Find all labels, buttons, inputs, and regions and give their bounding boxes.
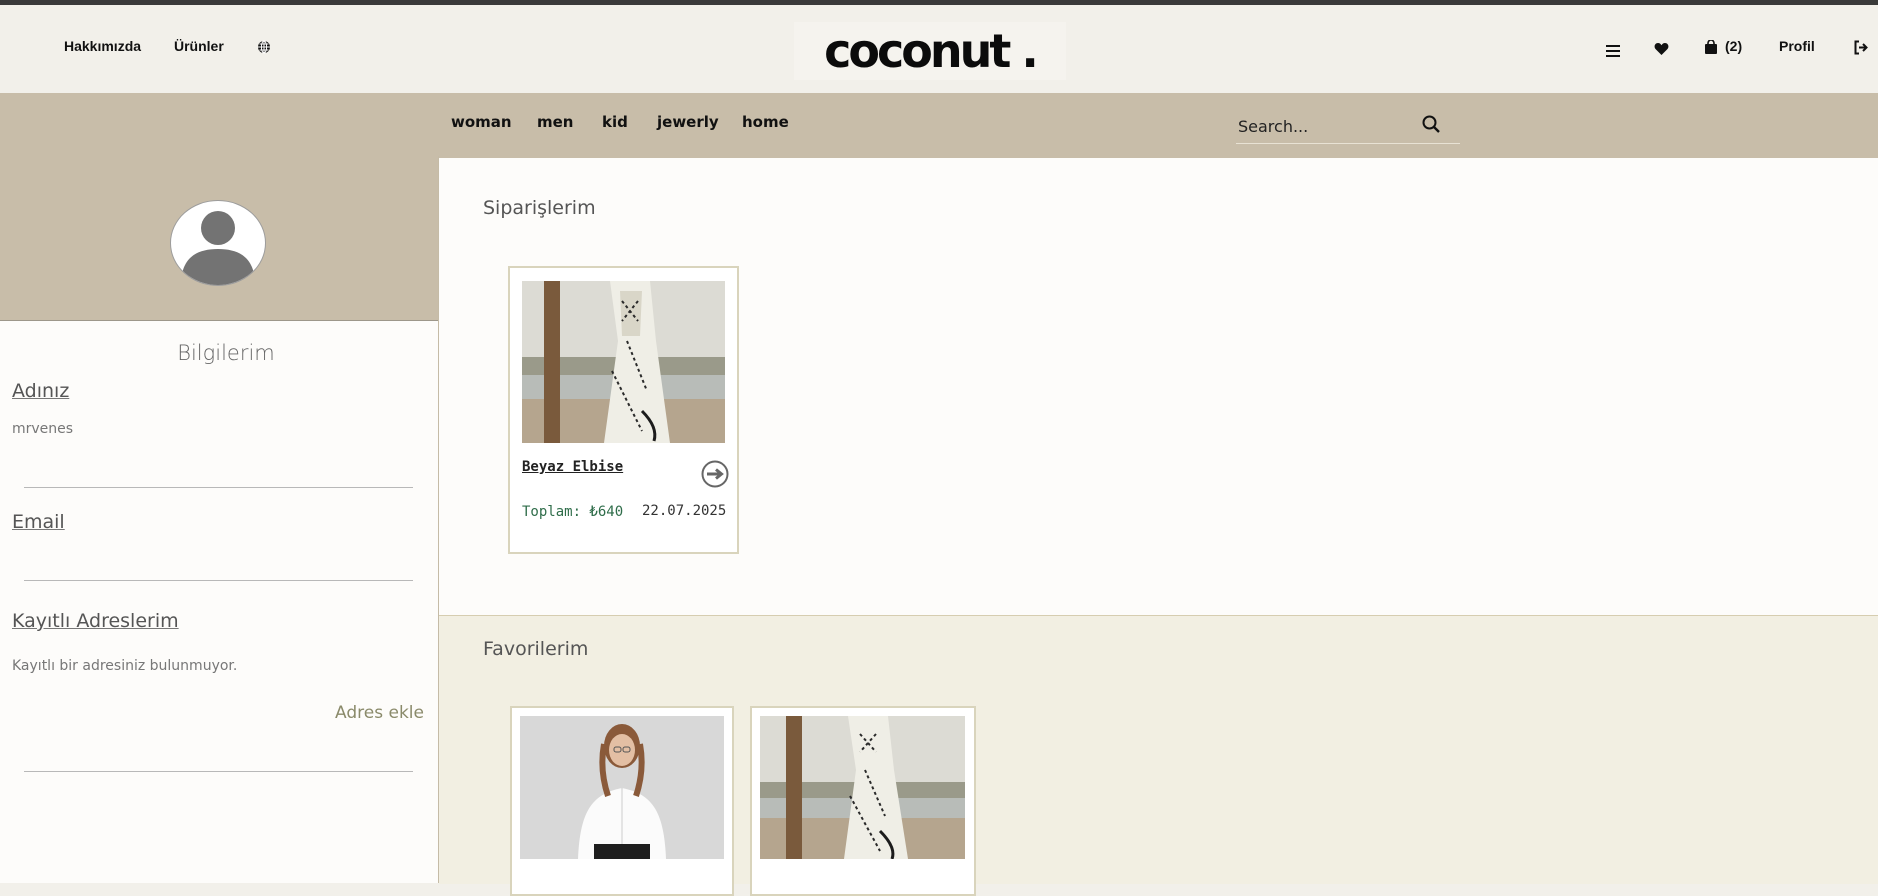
nav-item-home[interactable]: home [742, 113, 789, 131]
no-address-text: Kayıtlı bir adresiniz bulunmuyor. [12, 658, 238, 674]
product-image[interactable] [522, 281, 725, 443]
products-link[interactable]: Ürünler [174, 38, 224, 54]
user-silhouette-icon [181, 211, 255, 285]
profile-info-title: Bilgilerim [177, 341, 275, 365]
favorite-product-image[interactable] [760, 716, 965, 859]
favorite-card[interactable] [510, 706, 734, 896]
name-value: mrvenes [12, 421, 74, 437]
profile-link[interactable]: Profil [1779, 38, 1815, 54]
arrow-right-circle-icon[interactable] [701, 460, 729, 492]
profile-info-panel: Bilgilerim Adınız mrvenes Email Kayıtlı … [0, 321, 438, 883]
site-header: Hakkımızda Ürünler coconut . (2) Profil [0, 5, 1878, 93]
addresses-label: Kayıtlı Adreslerim [12, 610, 179, 632]
name-divider [24, 487, 413, 488]
favorites-title: Favorilerim [483, 638, 589, 660]
about-link[interactable]: Hakkımızda [64, 38, 141, 54]
nav-item-kid[interactable]: kid [602, 113, 628, 131]
add-address-link[interactable]: Adres ekle [335, 703, 424, 723]
order-date: 22.07.2025 [642, 503, 727, 519]
nav-item-jewerly[interactable]: jewerly [657, 113, 719, 131]
menu-icon[interactable] [1606, 42, 1620, 61]
nav-item-woman[interactable]: woman [451, 113, 512, 131]
email-label: Email [12, 511, 65, 533]
email-divider [24, 580, 413, 581]
order-product-name[interactable]: Beyaz Elbise [522, 459, 623, 475]
search-icon[interactable] [1422, 115, 1440, 137]
order-total: Toplam: ₺640 [522, 504, 624, 520]
heart-icon[interactable] [1654, 41, 1669, 60]
avatar [170, 200, 266, 286]
logo[interactable]: coconut . [794, 22, 1066, 80]
name-label: Adınız [12, 380, 70, 402]
favorites-section: Favorilerim [439, 615, 1878, 896]
favorite-card[interactable] [750, 706, 976, 896]
search-box [1236, 109, 1460, 144]
orders-section: Siparişlerim Beyaz Elbise Toplam: ₺640 2… [439, 156, 1878, 615]
cart-count[interactable]: (2) [1725, 38, 1742, 54]
cart-icon[interactable] [1704, 39, 1718, 59]
favorite-product-image[interactable] [520, 716, 724, 859]
orders-title: Siparişlerim [483, 197, 596, 219]
logout-icon[interactable] [1853, 40, 1869, 59]
search-input[interactable] [1236, 113, 1420, 139]
category-navbar: woman men kid jewerly home [0, 93, 1878, 156]
order-card[interactable]: Beyaz Elbise Toplam: ₺640 22.07.2025 [508, 266, 739, 554]
address-divider [24, 771, 413, 772]
logo-text: coconut . [824, 24, 1039, 78]
nav-item-men[interactable]: men [537, 113, 573, 131]
globe-icon[interactable] [257, 39, 271, 58]
profile-banner [0, 156, 438, 321]
